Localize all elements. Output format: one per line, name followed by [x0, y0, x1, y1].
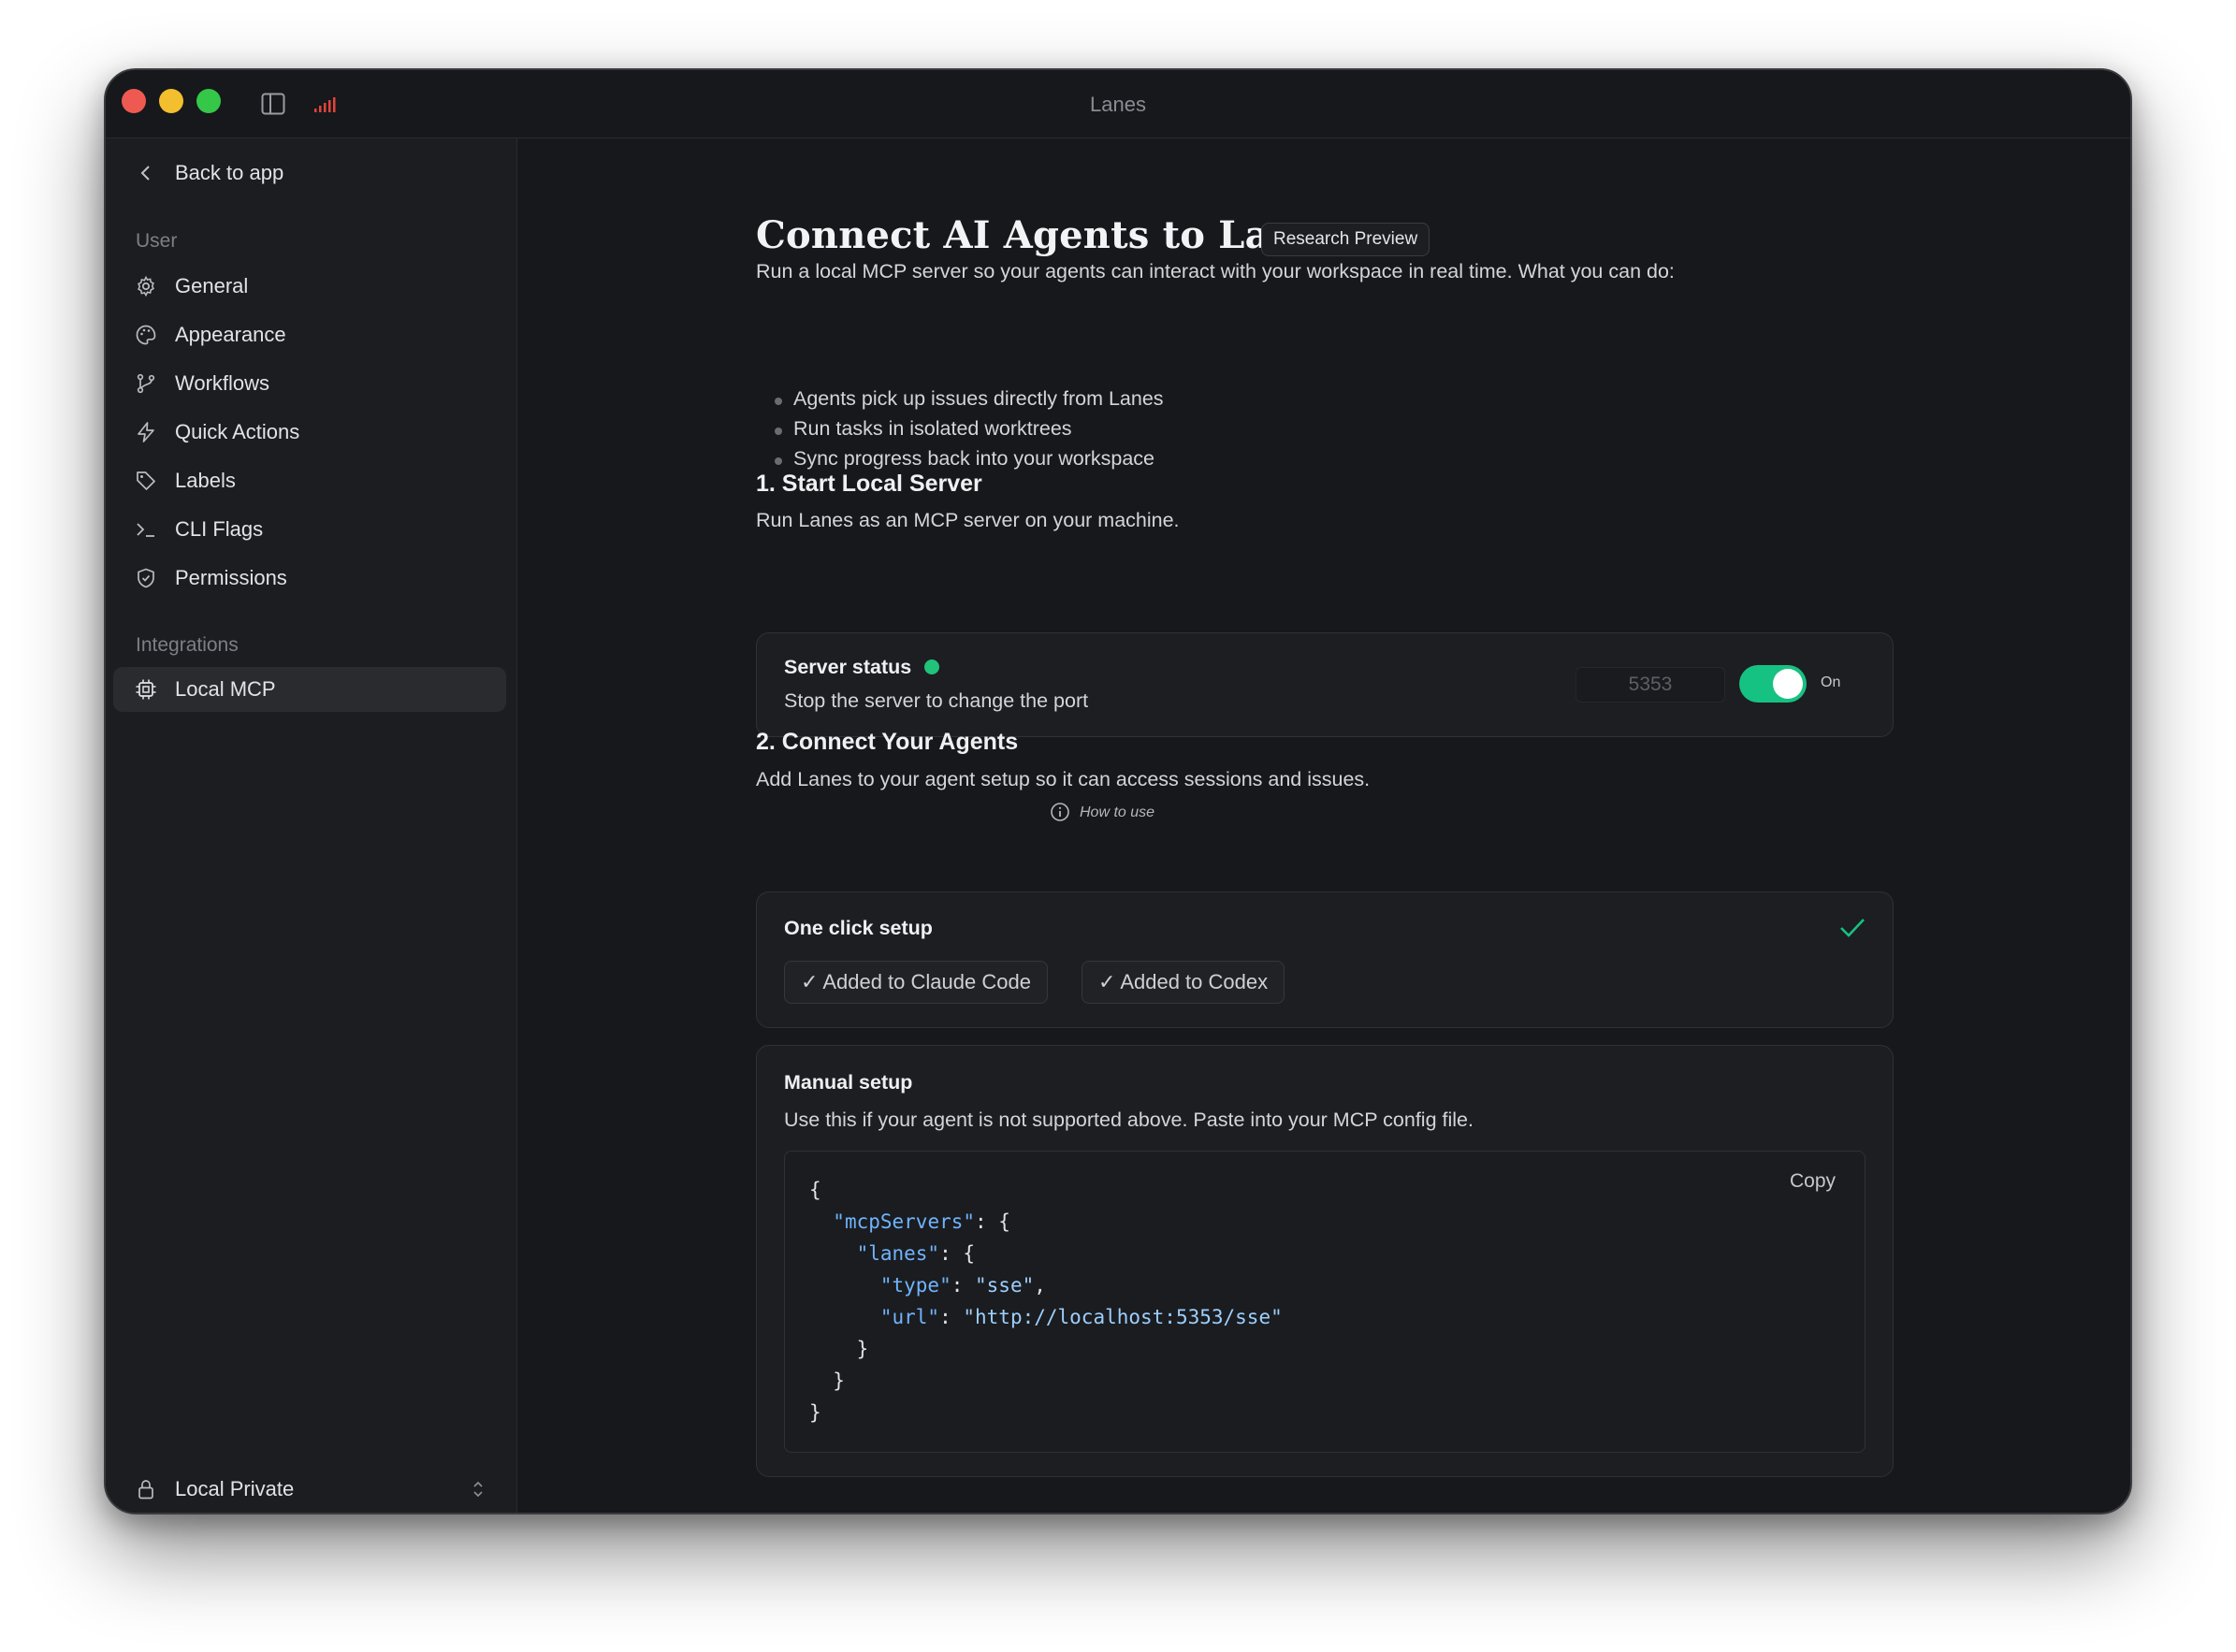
sidebar-item-label: Local MCP [175, 677, 276, 701]
chevron-up-down-icon [471, 1478, 486, 1506]
intro-text: Run a local MCP server so your agents ca… [756, 260, 1675, 283]
server-status-title: Server status [784, 656, 940, 679]
chip-icon [134, 677, 158, 702]
feature-list: Agents pick up issues directly from Lane… [775, 387, 1164, 477]
start-server-subtitle: Run Lanes as an MCP server on your machi… [756, 509, 1180, 531]
code-value: "sse" [975, 1274, 1035, 1297]
settings-sidebar: Back to app User General Appearance Work… [106, 138, 517, 1513]
toggle-knob [1773, 669, 1803, 699]
chevron-left-icon [134, 161, 158, 185]
window-title: Lanes [1090, 93, 1146, 116]
manual-setup-title: Manual setup [784, 1071, 913, 1094]
code-key: "url" [879, 1306, 940, 1328]
lightning-icon [134, 420, 158, 444]
lock-icon [134, 1477, 158, 1501]
one-click-setup-title: One click setup [784, 917, 933, 939]
terminal-icon [134, 517, 158, 542]
start-server-heading: 1. Start Local Server [756, 471, 982, 497]
server-status-card: Server status Stop the server to change … [756, 632, 1894, 737]
sidebar-item-quick-actions[interactable]: Quick Actions [113, 410, 506, 455]
back-to-app-label: Back to app [175, 161, 284, 184]
one-click-setup-card: One click setup ✓ Added to Claude Code ✓… [756, 891, 1894, 1028]
server-toggle[interactable] [1739, 665, 1807, 703]
branch-icon [134, 371, 158, 396]
main-panel: Connect AI Agents to Lanes Research Prev… [518, 138, 2130, 1513]
sidebar-item-appearance[interactable]: Appearance [113, 312, 506, 357]
sidebar-item-label: General [175, 274, 249, 297]
manual-setup-card: Manual setup Use this if your agent is n… [756, 1045, 1894, 1477]
config-code: { "mcpServers": { "lanes": { "type": "ss… [809, 1179, 1283, 1424]
config-code-block[interactable]: Copy { "mcpServers": { "lanes": { "type"… [784, 1151, 1866, 1453]
claude-code-button[interactable]: ✓ Added to Claude Code [784, 961, 1048, 1004]
research-preview-badge: Research Preview [1261, 223, 1430, 256]
sidebar-item-labels[interactable]: Labels [113, 458, 506, 503]
how-to-use-link[interactable]: How to use [1080, 804, 1154, 821]
title-bar: Lanes [106, 70, 2130, 138]
workspace-label: Local Private [175, 1477, 295, 1500]
list-item: Run tasks in isolated worktrees [775, 417, 1164, 447]
server-status-label: Server status [784, 656, 912, 678]
check-icon [1839, 917, 1866, 944]
workspace-switcher[interactable]: Local Private [113, 1467, 506, 1512]
code-key: "type" [879, 1274, 951, 1297]
sidebar-item-label: Workflows [175, 371, 270, 395]
sidebar-item-permissions[interactable]: Permissions [113, 556, 506, 601]
copy-button[interactable]: Copy [1790, 1170, 1836, 1193]
gear-icon [134, 274, 158, 298]
palette-icon [134, 323, 158, 347]
sidebar-item-label: Labels [175, 469, 236, 492]
manual-setup-description: Use this if your agent is not supported … [784, 1109, 1474, 1131]
back-to-app-link[interactable]: Back to app [113, 151, 506, 196]
server-status-description: Stop the server to change the port [784, 689, 1089, 712]
port-input[interactable]: 5353 [1575, 667, 1725, 703]
code-key: "lanes" [856, 1242, 940, 1265]
code-key: "mcpServers" [833, 1210, 976, 1233]
sidebar-item-label: Quick Actions [175, 420, 300, 443]
sidebar-item-local-mcp[interactable]: Local MCP [113, 667, 506, 712]
sidebar-item-label: Permissions [175, 566, 287, 589]
info-icon[interactable] [1050, 802, 1070, 827]
list-item: Agents pick up issues directly from Lane… [775, 387, 1164, 417]
sidebar-item-cli-flags[interactable]: CLI Flags [113, 507, 506, 552]
page-title: Connect AI Agents to Lanes [756, 213, 1343, 257]
toggle-state-label: On [1821, 674, 1841, 690]
integrations-section-heading: Integrations [136, 634, 239, 656]
tag-icon [134, 469, 158, 493]
status-indicator [924, 659, 940, 674]
sidebar-item-label: Appearance [175, 323, 286, 346]
app-window: Lanes Back to app User General Appearanc… [104, 68, 2132, 1514]
sidebar-item-general[interactable]: General [113, 264, 506, 309]
user-section-heading: User [136, 230, 178, 252]
sidebar-item-workflows[interactable]: Workflows [113, 361, 506, 406]
connect-agents-heading: 2. Connect Your Agents [756, 729, 1019, 755]
shield-icon [134, 566, 158, 590]
sidebar-item-label: CLI Flags [175, 517, 264, 541]
codex-button[interactable]: ✓ Added to Codex [1082, 961, 1285, 1004]
connect-agents-subtitle: Add Lanes to your agent setup so it can … [756, 768, 1371, 790]
code-value: "http://localhost:5353/sse" [963, 1306, 1283, 1328]
